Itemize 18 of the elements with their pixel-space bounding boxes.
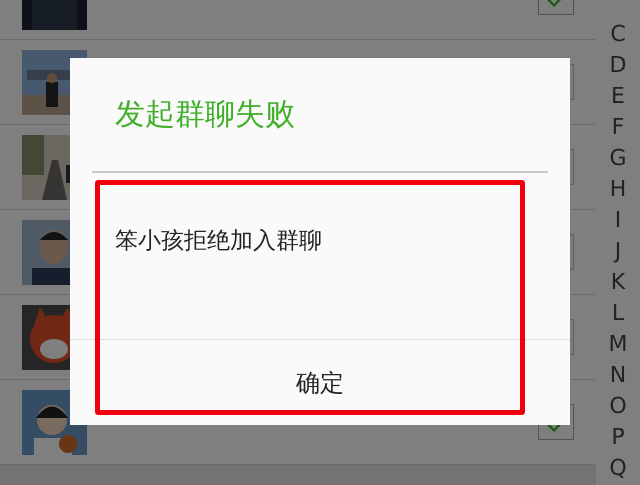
index-letter[interactable]: K — [610, 267, 626, 298]
dialog-message: 笨小孩拒绝加入群聊 — [115, 228, 322, 254]
index-letter[interactable]: L — [612, 298, 624, 329]
index-letter[interactable]: C — [610, 19, 626, 50]
index-letter[interactable]: O — [609, 391, 627, 422]
dialog-title: 发起群聊失败 — [92, 58, 548, 173]
index-letter[interactable]: F — [612, 112, 624, 143]
confirm-button[interactable]: 确定 — [70, 339, 570, 425]
index-letter[interactable]: Q — [609, 453, 627, 484]
index-letter[interactable]: H — [610, 174, 626, 205]
index-letter[interactable]: J — [614, 236, 622, 267]
index-letter[interactable]: N — [610, 360, 626, 391]
index-letter[interactable]: E — [611, 81, 625, 112]
index-letter[interactable]: M — [608, 329, 628, 360]
index-letter[interactable]: P — [611, 422, 625, 453]
index-letter[interactable]: I — [614, 205, 622, 236]
index-letter[interactable]: G — [609, 143, 627, 174]
index-letter[interactable]: D — [610, 50, 626, 81]
